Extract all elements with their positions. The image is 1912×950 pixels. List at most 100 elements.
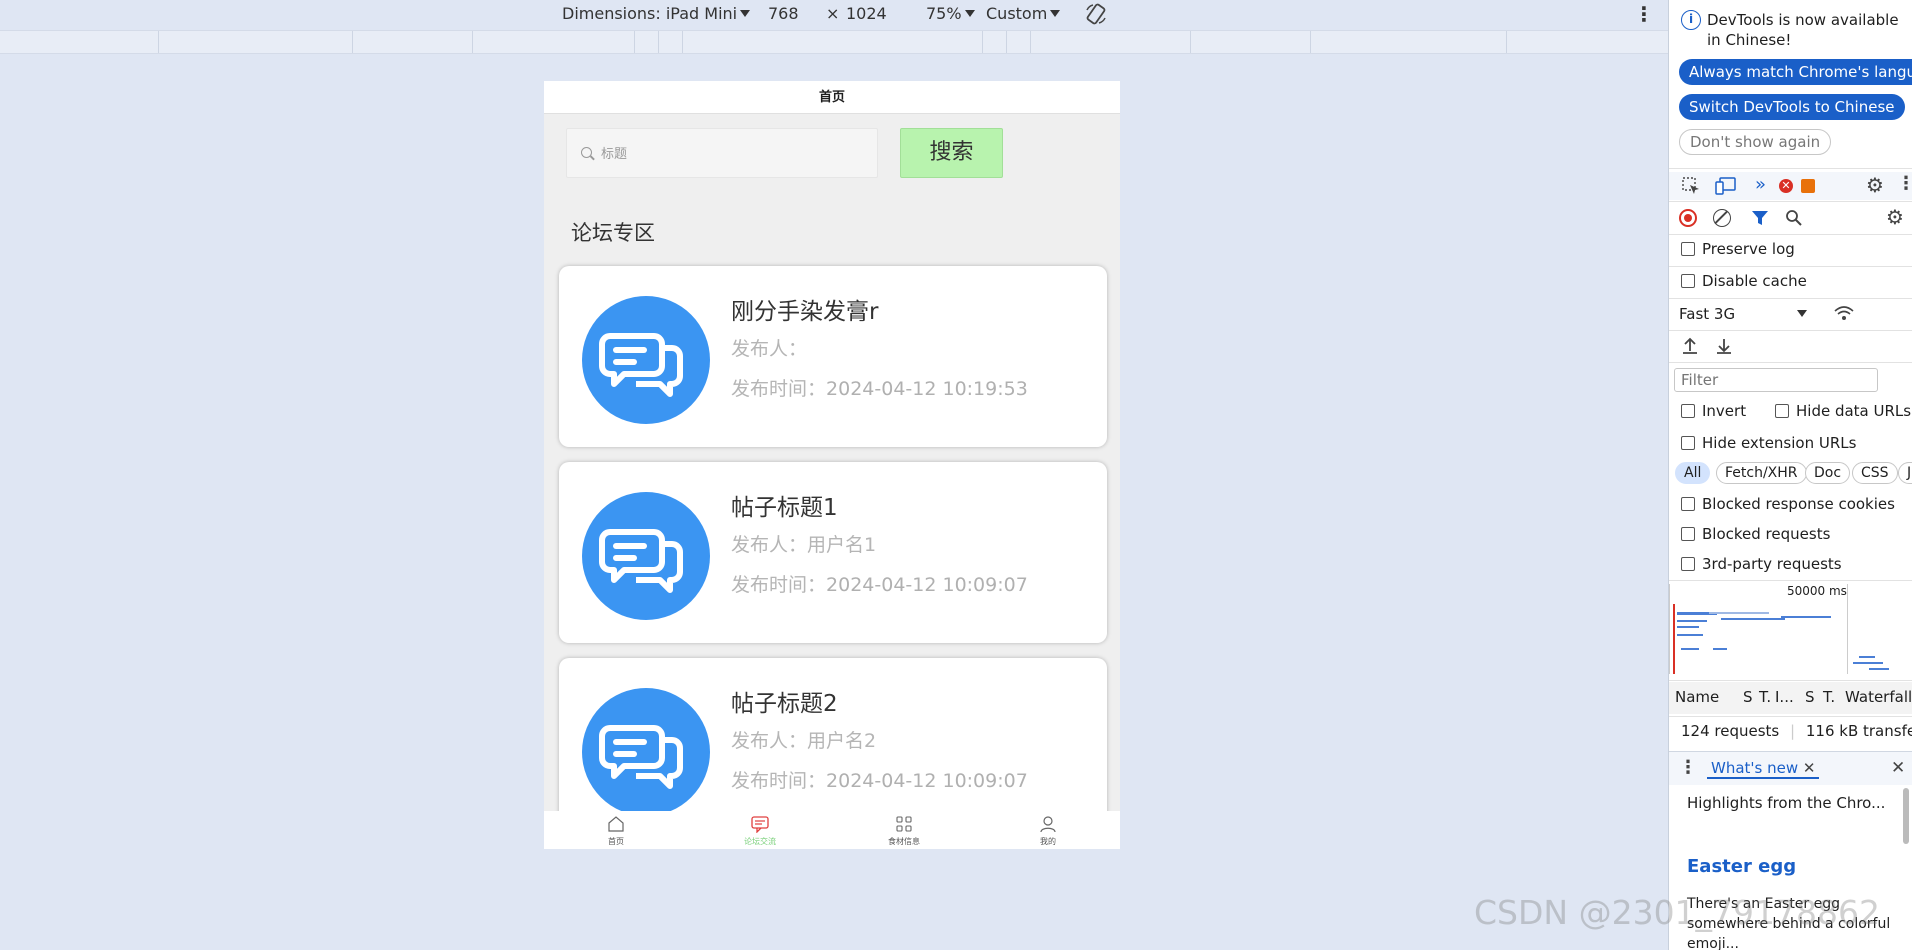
filter-chip-fetch-xhr[interactable]: Fetch/XHR [1716,462,1807,484]
throttling-select[interactable]: Fast 3G [1679,305,1912,323]
requests-table-header: Name S T. I... S T. Waterfall [1669,682,1912,714]
language-banner: i DevTools is now available in Chinese! … [1669,0,1912,166]
section-title: 论坛专区 [571,221,655,245]
dont-show-again-button[interactable]: Don't show again [1679,129,1832,155]
search-field[interactable] [566,128,878,178]
width-input[interactable]: 768 [768,4,799,23]
tab-whats-new[interactable]: What's new ✕ [1707,759,1820,779]
chat-icon [751,816,769,833]
column-name[interactable]: Name [1675,688,1719,706]
whats-new-highlights[interactable]: Highlights from the Chro... [1687,794,1897,812]
devtools-main-toolbar: » ✕ ⚙ ⋮ [1669,172,1912,200]
column-initiator[interactable]: I... [1775,688,1794,706]
devtools-panel: i DevTools is now available in Chinese! … [1668,0,1912,950]
column-type[interactable]: T. [1759,688,1771,706]
post-author: 发布人：用户名1 [731,534,877,556]
times-sign: × [826,4,840,23]
home-icon [608,816,624,832]
filter-chip-css[interactable]: CSS [1852,462,1898,484]
rotate-icon[interactable] [1084,2,1108,26]
column-size[interactable]: S [1805,688,1815,706]
search-button[interactable]: 搜索 [900,128,1003,178]
drawer-scrollbar[interactable] [1903,788,1909,844]
grid-icon [896,816,912,832]
issues-icon[interactable] [1801,179,1815,193]
post-title: 帖子标题2 [731,691,838,717]
blocked-response-cookies-checkbox[interactable]: Blocked response cookies [1681,495,1912,513]
height-input[interactable]: 1024 [846,4,887,23]
post-time: 发布时间：2024-04-12 10:19:53 [731,378,1028,400]
easter-egg-title[interactable]: Easter egg [1687,856,1796,877]
column-status[interactable]: S [1743,688,1753,706]
clear-icon[interactable] [1713,209,1731,227]
network-conditions-icon[interactable] [1833,305,1855,323]
device-toggle-icon[interactable] [1715,176,1737,196]
post-time: 发布时间：2024-04-12 10:09:07 [731,770,1028,792]
inspect-element-icon[interactable] [1681,176,1701,196]
zoom-dropdown[interactable]: 75% [926,4,975,23]
timeline-label: 50000 ms [1787,584,1847,598]
devtools-menu-icon[interactable]: ⋮ [1897,173,1912,194]
third-party-requests-checkbox[interactable]: 3rd-party requests [1681,555,1912,573]
export-har-icon[interactable] [1715,337,1733,355]
filter-chip-all[interactable]: All [1675,462,1711,484]
import-har-icon[interactable] [1681,337,1699,355]
tab-forum[interactable]: 论坛交流 [688,811,832,849]
post-author: 发布人：用户名2 [731,730,877,752]
filter-icon[interactable] [1751,209,1769,227]
record-icon[interactable] [1679,209,1697,227]
errors-icon[interactable]: ✕ [1779,179,1793,193]
bottom-tab-bar: 首页 论坛交流 食材信息 我的 [544,811,1120,849]
post-time: 发布时间：2024-04-12 10:09:07 [731,574,1028,596]
media-query-ruler [0,30,1668,54]
timeline-overview[interactable]: 50000 ms [1669,582,1912,678]
filter-input[interactable] [1674,368,1878,392]
switch-to-chinese-button[interactable]: Switch DevTools to Chinese [1679,94,1905,120]
chat-bubble-icon [582,688,710,816]
throttle-dropdown[interactable]: Custom [986,4,1061,23]
info-icon: i [1681,10,1701,30]
dimensions-dropdown[interactable]: Dimensions: iPad Mini [562,4,751,23]
post-title: 刚分手染发膏r [731,299,879,325]
emulated-device-viewport: 首页 搜索 论坛专区 刚分手染发膏r 发布人： 发布时间：2024-04-12 … [544,81,1120,849]
chat-bubble-icon [582,492,710,620]
filter-chip-doc[interactable]: Doc [1805,462,1851,484]
settings-gear-icon[interactable]: ⚙ [1866,173,1884,197]
more-options-icon[interactable]: ⋮ [1634,2,1654,26]
drawer-menu-icon[interactable]: ⋮ [1679,757,1697,778]
preserve-log-checkbox[interactable]: Preserve log [1681,240,1912,258]
post-card[interactable]: 帖子标题1 发布人：用户名1 发布时间：2024-04-12 10:09:07 [559,462,1107,643]
post-author: 发布人： [731,338,808,360]
column-waterfall[interactable]: Waterfall [1845,688,1912,706]
hide-data-urls-checkbox[interactable]: Hide data URLs [1775,402,1912,420]
close-tab-icon[interactable]: ✕ [1803,759,1816,777]
network-status-bar: 124 requests | 116 kB transferred [1681,722,1912,740]
post-card[interactable]: 刚分手染发膏r 发布人： 发布时间：2024-04-12 10:19:53 [559,266,1107,447]
device-toolbar: Dimensions: iPad Mini 768 × 1024 75% Cus… [0,0,1668,30]
transferred-size: 116 kB transferred [1805,722,1912,740]
page-title: 首页 [544,81,1120,114]
requests-count: 124 requests [1681,722,1780,740]
column-time[interactable]: T. [1823,688,1835,706]
chat-bubble-icon [582,296,710,424]
search-input[interactable] [601,141,861,167]
disable-cache-checkbox[interactable]: Disable cache [1681,272,1912,290]
filter-chip-js[interactable]: JS [1898,462,1912,484]
tab-ingredients[interactable]: 食材信息 [832,811,976,849]
network-toolbar: ⚙ [1669,204,1912,232]
search-icon [581,147,592,158]
post-title: 帖子标题1 [731,495,838,521]
tab-home[interactable]: 首页 [544,811,688,849]
always-match-language-button[interactable]: Always match Chrome's language [1679,59,1912,85]
drawer-tabbar: ⋮ What's new ✕ ✕ [1669,751,1912,785]
more-tabs-icon[interactable]: » [1755,174,1766,195]
hide-extension-urls-checkbox[interactable]: Hide extension URLs [1681,434,1912,452]
search-icon[interactable] [1785,209,1803,227]
tab-mine[interactable]: 我的 [976,811,1120,849]
close-drawer-icon[interactable]: ✕ [1891,758,1905,778]
language-banner-text: DevTools is now available in Chinese! [1707,11,1899,49]
user-icon [1040,816,1056,833]
blocked-requests-checkbox[interactable]: Blocked requests [1681,525,1912,543]
watermark: CSDN @2301_79178862 [1474,893,1881,932]
network-settings-icon[interactable]: ⚙ [1886,205,1904,229]
